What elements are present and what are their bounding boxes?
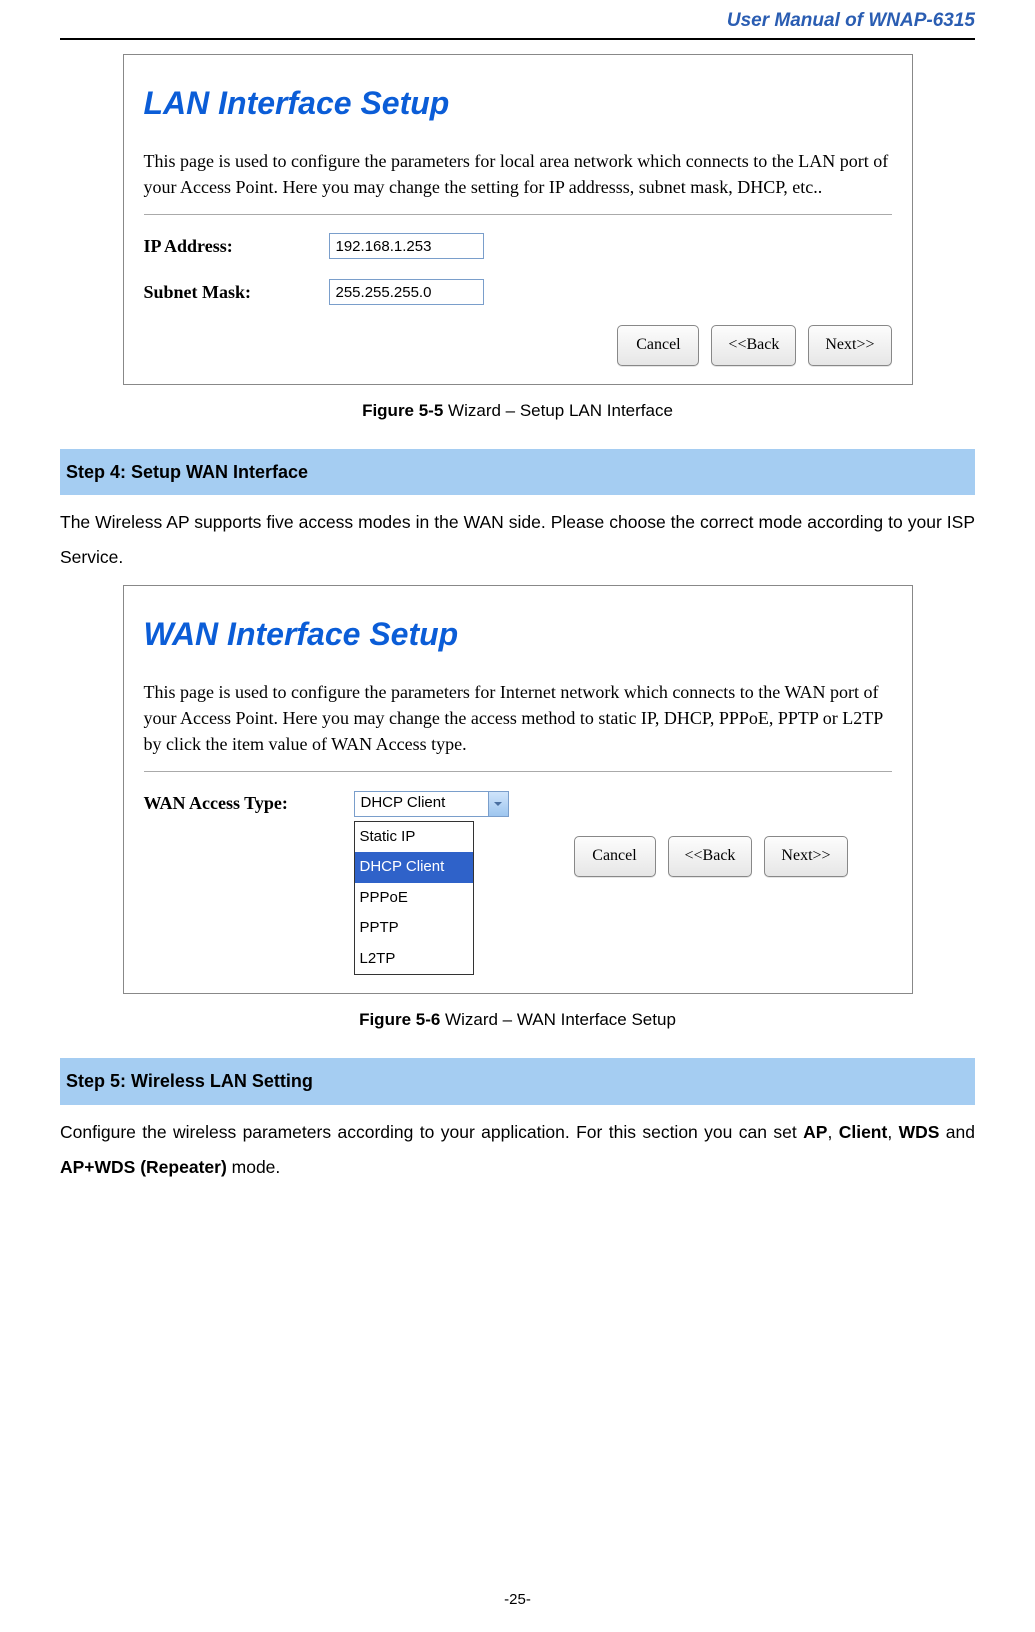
wan-next-button[interactable]: Next>> [764,836,847,876]
figure-5-6-caption: Figure 5-6 Wizard – WAN Interface Setup [60,1004,975,1036]
wan-access-type-select[interactable]: DHCP Client [354,791,509,817]
next-button[interactable]: Next>> [808,325,891,365]
option-l2tp[interactable]: L2TP [355,944,473,975]
option-pppoe[interactable]: PPPoE [355,883,473,914]
lan-screenshot: LAN Interface Setup This page is used to… [123,54,913,385]
step-4-body: The Wireless AP supports five access mod… [60,505,975,575]
cancel-button[interactable]: Cancel [617,325,699,365]
lan-divider [144,214,892,215]
back-button[interactable]: <<Back [711,325,796,365]
ip-address-input[interactable] [329,233,484,259]
wan-back-button[interactable]: <<Back [668,836,753,876]
option-dhcp-client[interactable]: DHCP Client [355,852,473,883]
wan-access-type-label: WAN Access Type: [144,786,354,820]
header-rule [60,38,975,40]
wan-title: WAN Interface Setup [144,604,892,665]
ip-address-label: IP Address: [144,229,329,263]
lan-title: LAN Interface Setup [144,73,892,134]
wan-select-value: DHCP Client [355,786,488,821]
subnet-mask-label: Subnet Mask: [144,275,329,309]
figure-5-5-caption: Figure 5-5 Wizard – Setup LAN Interface [60,395,975,427]
wan-access-type-options[interactable]: Static IP DHCP Client PPPoE PPTP L2TP [354,821,474,976]
page-number: -25- [0,1591,1035,1608]
subnet-mask-input[interactable] [329,279,484,305]
doc-title: User Manual of WNAP-6315 [60,10,975,38]
lan-desc: This page is used to configure the param… [144,148,892,200]
option-pptp[interactable]: PPTP [355,913,473,944]
wan-screenshot: WAN Interface Setup This page is used to… [123,585,913,994]
option-static-ip[interactable]: Static IP [355,822,473,853]
wan-desc: This page is used to configure the param… [144,679,892,757]
wan-cancel-button[interactable]: Cancel [574,836,656,876]
step-5-body: Configure the wireless parameters accord… [60,1115,975,1185]
wan-divider [144,771,892,772]
step-5-heading: Step 5: Wireless LAN Setting [60,1058,975,1104]
step-4-heading: Step 4: Setup WAN Interface [60,449,975,495]
chevron-down-icon[interactable] [488,792,508,816]
